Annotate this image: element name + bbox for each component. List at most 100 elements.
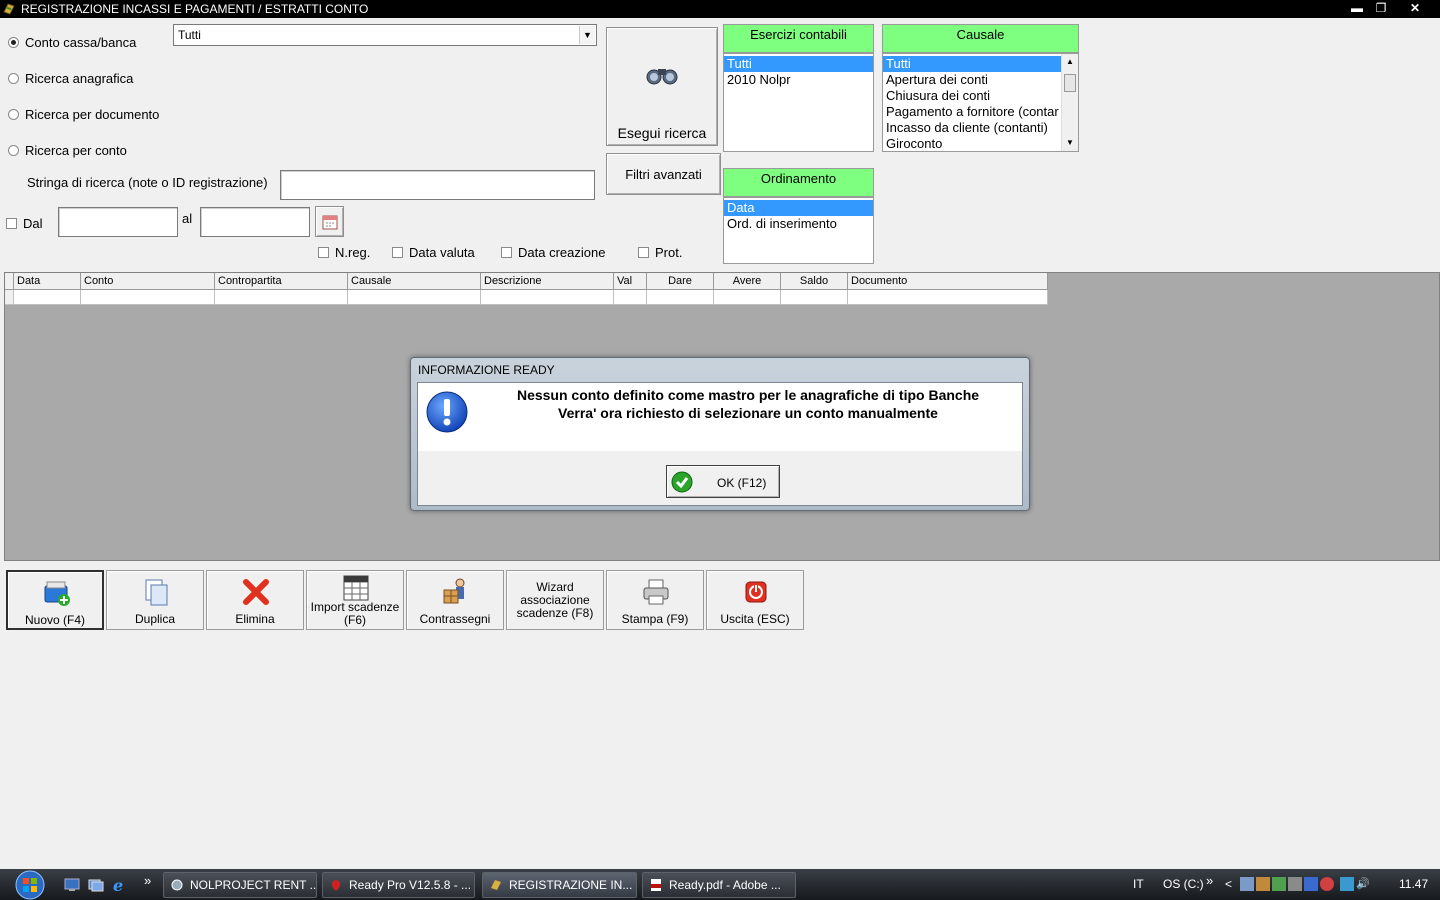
list-item[interactable]: 2010 Nolpr <box>724 72 873 88</box>
radio-ricerca-conto[interactable]: Ricerca per conto <box>8 141 127 159</box>
stampa-button[interactable]: Stampa (F9) <box>606 570 704 630</box>
table-cell[interactable] <box>14 290 81 305</box>
chevron-down-icon[interactable]: ▼ <box>579 26 595 44</box>
list-item[interactable]: Chiusura dei conti <box>883 88 1063 104</box>
grid-col-dare[interactable]: Dare <box>647 273 714 290</box>
causale-scrollbar[interactable]: ▲ ▼ <box>1061 54 1078 151</box>
ok-button[interactable]: OK (F12) <box>666 465 780 498</box>
list-item[interactable]: Pagamento a fornitore (contar <box>883 104 1063 120</box>
date-to-field[interactable] <box>200 207 310 237</box>
grid-col-causale[interactable]: Causale <box>348 273 481 290</box>
task-registrazione[interactable]: REGISTRAZIONE IN... <box>482 872 637 898</box>
radio-dot[interactable] <box>8 108 19 120</box>
grid-col-conto[interactable]: Conto <box>81 273 215 290</box>
esercizi-header: Esercizi contabili <box>723 24 874 53</box>
list-item[interactable]: Data <box>724 200 873 216</box>
task-nolproject[interactable]: NOLPROJECT RENT ... <box>163 872 317 898</box>
checkbox-data-valuta[interactable]: Data valuta <box>392 244 475 260</box>
grid-col-documento[interactable]: Documento <box>848 273 1048 290</box>
radio-dot[interactable] <box>8 72 19 84</box>
table-cell[interactable] <box>848 290 1048 305</box>
radio-ricerca-documento[interactable]: Ricerca per documento <box>8 105 159 123</box>
task-adobe[interactable]: Ready.pdf - Adobe ... <box>642 872 796 898</box>
radio-dot[interactable] <box>8 36 19 48</box>
checkbox[interactable] <box>392 246 403 258</box>
scroll-down-icon[interactable]: ▼ <box>1066 138 1074 147</box>
search-button[interactable]: Esegui ricerca <box>606 27 718 146</box>
drive-toolbar[interactable]: OS (C:) <box>1163 877 1204 891</box>
nuovo-button[interactable]: Nuovo (F4) <box>6 570 104 630</box>
table-cell[interactable] <box>714 290 781 305</box>
switch-windows-icon[interactable] <box>88 877 104 893</box>
radio-ricerca-anagrafica[interactable]: Ricerca anagrafica <box>8 69 133 87</box>
uscita-button[interactable]: Uscita (ESC) <box>706 570 804 630</box>
table-cell[interactable] <box>348 290 481 305</box>
show-desktop-icon[interactable] <box>64 877 80 893</box>
minimize-button[interactable]: ▬ <box>1346 0 1368 16</box>
checkbox[interactable] <box>501 246 512 258</box>
chevron-left-icon[interactable]: < <box>1225 877 1232 891</box>
table-row-header[interactable] <box>5 290 14 305</box>
checkbox-data-creazione[interactable]: Data creazione <box>501 244 605 260</box>
tray-device-icon[interactable] <box>1288 877 1302 891</box>
list-item[interactable]: Ord. di inserimento <box>724 216 873 232</box>
radio-conto-cassa[interactable]: Conto cassa/banca <box>8 33 136 51</box>
table-cell[interactable] <box>81 290 215 305</box>
causale-list[interactable]: Tutti Apertura dei conti Chiusura dei co… <box>882 53 1079 152</box>
task-ready-pro[interactable]: Ready Pro V12.5.8 - ... <box>322 872 475 898</box>
checkbox[interactable] <box>318 246 329 258</box>
grid-col-descrizione[interactable]: Descrizione <box>481 273 614 290</box>
ordinamento-list[interactable]: Data Ord. di inserimento <box>723 197 874 264</box>
contrassegni-button[interactable]: Contrassegni <box>406 570 504 630</box>
esercizi-list[interactable]: Tutti 2010 Nolpr <box>723 53 874 152</box>
tray-users-icon[interactable] <box>1256 877 1270 891</box>
list-item[interactable]: Tutti <box>724 56 873 72</box>
table-cell[interactable] <box>614 290 647 305</box>
advanced-filters-button[interactable]: Filtri avanzati <box>606 153 721 195</box>
duplica-button[interactable]: Duplica <box>106 570 204 630</box>
import-scadenze-button[interactable]: Import scadenze (F6) <box>306 570 404 630</box>
tray-update-icon[interactable] <box>1272 877 1286 891</box>
start-button[interactable] <box>9 869 51 900</box>
checkbox[interactable] <box>638 246 649 258</box>
checkbox-nreg[interactable]: N.reg. <box>318 244 370 260</box>
tray-monitor-icon[interactable] <box>1340 877 1354 891</box>
grid-col-avere[interactable]: Avere <box>714 273 781 290</box>
toolbar-overflow[interactable]: » <box>1206 873 1213 888</box>
table-cell[interactable] <box>781 290 848 305</box>
volume-icon[interactable]: 🔊 <box>1356 877 1370 891</box>
quicklaunch-overflow[interactable]: » <box>144 873 151 888</box>
list-item[interactable]: Incasso da cliente (contanti) <box>883 120 1063 136</box>
clock[interactable]: 11.47 <box>1399 877 1428 891</box>
scroll-thumb[interactable] <box>1064 74 1076 92</box>
internet-explorer-icon[interactable]: e <box>111 876 129 894</box>
grid-col-contropartita[interactable]: Contropartita <box>215 273 348 290</box>
radio-dot[interactable] <box>8 144 19 156</box>
close-button[interactable]: ✕ <box>1404 0 1426 16</box>
list-item[interactable]: Giroconto <box>883 136 1063 151</box>
scroll-up-icon[interactable]: ▲ <box>1066 57 1074 66</box>
table-cell[interactable] <box>481 290 614 305</box>
list-item[interactable]: Tutti <box>883 56 1063 72</box>
date-from-field[interactable] <box>58 207 178 237</box>
calendar-button[interactable] <box>315 206 344 237</box>
search-string-input[interactable] <box>280 170 595 200</box>
tray-network-icon[interactable] <box>1240 877 1254 891</box>
elimina-button[interactable]: Elimina <box>206 570 304 630</box>
date-filter-check[interactable]: Dal <box>6 215 43 231</box>
tray-bluetooth-icon[interactable] <box>1304 877 1318 891</box>
tray-antivirus-icon[interactable] <box>1320 877 1334 891</box>
table-cell[interactable] <box>647 290 714 305</box>
checkbox[interactable] <box>6 217 17 229</box>
restore-button[interactable]: ❐ <box>1370 0 1392 16</box>
grid-col-val[interactable]: Val <box>614 273 647 290</box>
checkbox-label: Data valuta <box>409 244 475 260</box>
checkbox-prot[interactable]: Prot. <box>638 244 682 260</box>
list-item[interactable]: Apertura dei conti <box>883 72 1063 88</box>
table-cell[interactable] <box>215 290 348 305</box>
wizard-button[interactable]: Wizard associazione scadenze (F8) <box>506 570 604 630</box>
grid-col-saldo[interactable]: Saldo <box>781 273 848 290</box>
account-combo[interactable]: Tutti ▼ <box>173 24 597 46</box>
grid-col-data[interactable]: Data <box>14 273 81 290</box>
language-indicator[interactable]: IT <box>1133 877 1144 891</box>
